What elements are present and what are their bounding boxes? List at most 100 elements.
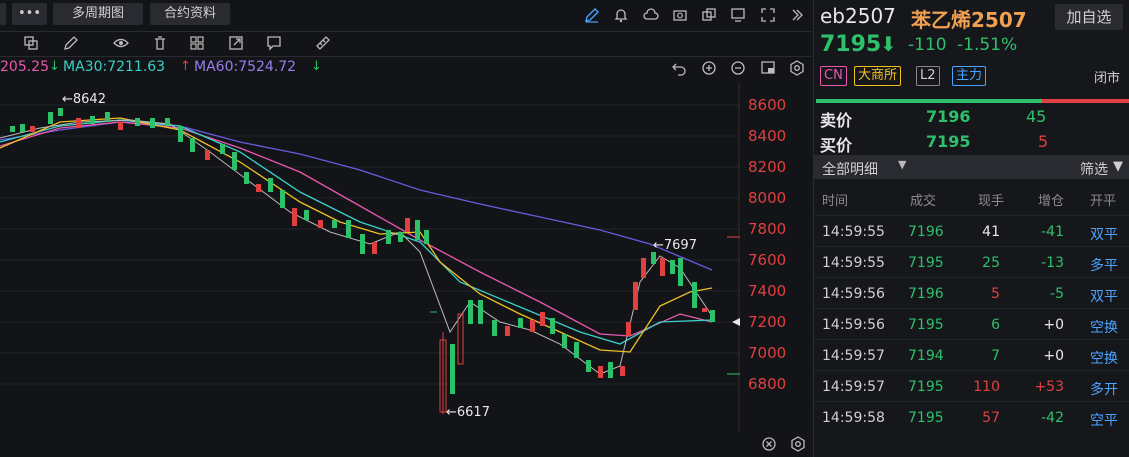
ruler-icon[interactable]	[314, 34, 332, 52]
multi-period-button[interactable]: 多周期图	[53, 3, 143, 25]
table-row[interactable]: 14:59:58 7195 57 -42 空平	[814, 401, 1129, 433]
bell-icon[interactable]	[612, 6, 630, 24]
badge-main: 主力	[952, 66, 987, 86]
candlestick-chart[interactable]	[0, 82, 740, 432]
layers-icon[interactable]	[22, 34, 40, 52]
window-icon[interactable]	[759, 59, 777, 77]
recent-high-annotation: ←7697	[653, 238, 697, 253]
ma60-value: MA60:7524.72	[194, 59, 297, 75]
price-axis-label: 8200	[748, 158, 787, 176]
cloud-icon[interactable]	[642, 6, 660, 24]
quote-panel: eb2507 苯乙烯2507 加自选 7195 ⬇ -110 -1.51% CN…	[813, 0, 1129, 457]
detail-dropdown[interactable]: 全部明细	[822, 159, 878, 179]
trade-oi: +53	[1034, 379, 1064, 395]
comment-icon[interactable]	[265, 34, 283, 52]
trade-volume: 25	[982, 255, 1000, 271]
sell-price: 7196	[926, 107, 971, 126]
price-axis-label: 6800	[748, 375, 787, 393]
bid-ask-bar-green	[816, 99, 1042, 103]
col-oi: 增仓	[1038, 194, 1065, 209]
trade-volume: 57	[982, 410, 1000, 426]
table-row[interactable]: 14:59:57 7195 110 +53 多开	[814, 370, 1129, 402]
settings-gear-icon[interactable]	[788, 59, 806, 77]
sell-label: 卖价	[820, 111, 853, 130]
more-button[interactable]: •••	[12, 3, 47, 25]
low-annotation: ←6617	[446, 405, 490, 420]
trade-price: 7195	[908, 317, 944, 333]
trade-type: 双平	[1090, 289, 1118, 305]
trade-volume: 110	[973, 379, 1000, 395]
buy-label: 买价	[820, 136, 853, 155]
trade-type: 空平	[1090, 413, 1118, 429]
chart-pane: ••• 多周期图 合约资料 205.25 ↓ MA30:7211.63 ↑ MA…	[0, 0, 812, 457]
arrow-up-icon: ↑	[180, 59, 191, 74]
trade-type: 空换	[1090, 351, 1118, 367]
price-axis-label: 8600	[748, 96, 787, 114]
trade-type: 双平	[1090, 227, 1118, 243]
arrow-down-icon: ↓	[49, 59, 60, 74]
price-change-pct: -1.51%	[957, 35, 1018, 55]
buy-price: 7195	[926, 132, 971, 151]
chevron-down-icon[interactable]: ▼	[898, 158, 906, 171]
draw-icon[interactable]	[583, 6, 601, 24]
contract-info-button[interactable]: 合约资料	[150, 3, 230, 25]
trade-price: 7196	[908, 224, 944, 240]
zoom-in-icon[interactable]	[700, 59, 718, 77]
high-annotation: ←8642	[62, 92, 106, 107]
trade-price: 7195	[908, 410, 944, 426]
trade-time: 14:59:55	[822, 255, 885, 271]
ma-partial-value: 205.25	[0, 59, 49, 75]
last-price: 7195	[820, 32, 882, 57]
symbol-name: 苯乙烯2507	[911, 8, 1027, 32]
ma30-value: MA30:7211.63	[63, 59, 166, 75]
trade-time: 14:59:58	[822, 410, 885, 426]
fullscreen-icon[interactable]	[759, 6, 777, 24]
trade-oi: -5	[1050, 286, 1064, 302]
filter-button[interactable]: 筛选	[1080, 159, 1108, 179]
table-row[interactable]: 14:59:55 7196 41 -41 双平	[814, 215, 1129, 247]
arrow-down-icon: ⬇	[880, 32, 897, 56]
pencil-icon[interactable]	[62, 34, 80, 52]
add-watchlist-button[interactable]: 加自选	[1055, 4, 1123, 30]
trade-volume: 7	[991, 348, 1000, 364]
trade-type: 空换	[1090, 320, 1118, 336]
col-price: 成交	[910, 194, 937, 209]
table-row[interactable]: 14:59:56 7195 6 +0 空换	[814, 308, 1129, 340]
badge-cn: CN	[820, 66, 847, 86]
eye-icon[interactable]	[112, 34, 130, 52]
settings-gear-icon[interactable]	[789, 435, 807, 453]
zoom-out-icon[interactable]	[729, 59, 747, 77]
trash-icon[interactable]	[151, 34, 169, 52]
trade-volume: 6	[991, 317, 1000, 333]
price-axis-label: 7200	[748, 313, 787, 331]
grid-icon[interactable]	[188, 34, 206, 52]
price-axis-label: 7000	[748, 344, 787, 362]
trade-oi: -42	[1041, 410, 1064, 426]
undo-icon[interactable]	[670, 59, 688, 77]
monitor-icon[interactable]	[729, 6, 747, 24]
table-row[interactable]: 14:59:56 7196 5 -5 双平	[814, 277, 1129, 309]
trade-time: 14:59:56	[822, 286, 885, 302]
buy-volume: 5	[1038, 132, 1049, 151]
trade-time: 14:59:56	[822, 317, 885, 333]
trade-price: 7196	[908, 286, 944, 302]
camera-icon[interactable]	[671, 6, 689, 24]
trade-oi: +0	[1043, 317, 1064, 333]
trade-time: 14:59:55	[822, 224, 885, 240]
badge-l2: L2	[916, 66, 940, 86]
table-row[interactable]: 14:59:55 7195 25 -13 多平	[814, 246, 1129, 278]
filter-icon[interactable]: ▼	[1113, 159, 1123, 174]
symbol-code: eb2507	[820, 4, 896, 28]
trade-time: 14:59:57	[822, 379, 885, 395]
collapse-icon[interactable]	[788, 6, 806, 24]
market-status: 闭市	[1094, 71, 1121, 86]
trade-price: 7195	[908, 255, 944, 271]
close-circle-icon[interactable]	[760, 435, 778, 453]
trade-volume: 41	[982, 224, 1000, 240]
export-icon[interactable]	[227, 34, 245, 52]
trade-type: 多平	[1090, 258, 1118, 274]
table-row[interactable]: 14:59:57 7194 7 +0 空换	[814, 339, 1129, 371]
sell-volume: 45	[1026, 107, 1047, 126]
copy-window-icon[interactable]	[700, 6, 718, 24]
price-axis-label: 7400	[748, 282, 787, 300]
